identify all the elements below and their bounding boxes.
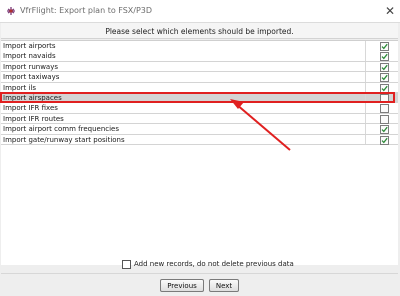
column-divider (365, 82, 366, 93)
checkmark-icon (381, 54, 388, 60)
dialog-content: Please select which elements should be i… (1, 23, 398, 295)
table-row[interactable]: Import gate/runway start positions (1, 134, 398, 146)
table-row[interactable]: Import taxiways (1, 72, 398, 83)
row-label: Import airports (3, 42, 56, 50)
column-divider (365, 113, 366, 124)
column-divider (365, 41, 366, 51)
instruction-band: Please select which elements should be i… (1, 23, 398, 39)
import-checkbox[interactable] (380, 104, 389, 114)
checkmark-icon (381, 126, 388, 133)
import-checkbox[interactable] (380, 125, 389, 135)
column-divider (365, 51, 366, 61)
checkmark-icon (381, 137, 388, 143)
import-checkbox[interactable] (380, 42, 389, 51)
checkmark-icon (381, 85, 388, 91)
table-row[interactable]: Import navaids (1, 51, 398, 62)
row-label: Import runways (3, 62, 59, 71)
table-row[interactable]: Import airport comm frequencies (1, 124, 398, 135)
column-divider (365, 103, 366, 113)
column-divider (365, 61, 366, 72)
row-label: Import airport comm frequencies (3, 125, 120, 134)
row-label: Import IFR fixes (3, 104, 58, 113)
column-divider (365, 124, 366, 134)
column-divider (365, 93, 366, 103)
footer-divider (1, 273, 398, 274)
checkmark-icon (381, 74, 388, 81)
close-icon[interactable]: ✕ (382, 3, 398, 19)
import-checkbox[interactable] (380, 73, 389, 83)
row-label: Import taxiways (3, 73, 60, 82)
import-checkbox[interactable] (380, 94, 389, 103)
table-row[interactable]: Import ils (1, 82, 398, 94)
column-divider (365, 134, 366, 145)
checkmark-icon (381, 43, 388, 50)
table-row[interactable]: Import airports (1, 41, 398, 52)
vfrflight-app-icon (6, 6, 16, 16)
import-checkbox[interactable] (380, 135, 389, 145)
previous-button[interactable]: Previous (160, 279, 204, 292)
keep-records-checkbox[interactable] (122, 260, 131, 269)
keep-records-label: Add new records, do not delete previous … (134, 260, 294, 268)
row-label: Import navaids (3, 52, 56, 61)
import-checkbox[interactable] (380, 52, 389, 62)
row-label: Import airspaces (3, 94, 62, 102)
instruction-text: Please select which elements should be i… (105, 27, 294, 36)
column-divider (365, 72, 366, 82)
row-label: Import gate/runway start positions (3, 135, 125, 144)
import-checkbox[interactable] (380, 83, 389, 93)
table-row[interactable]: Import IFR routes (1, 113, 398, 125)
import-options-table: Import airports Import navaids Import runw… (1, 40, 398, 265)
checkmark-icon (381, 64, 388, 71)
import-checkbox[interactable] (380, 62, 389, 72)
table-row[interactable]: Import runways (1, 61, 398, 73)
next-button[interactable]: Next (209, 279, 239, 292)
window-title: VfrFlight: Export plan to FSX/P3D (20, 6, 153, 15)
table-row[interactable]: Import IFR fixes (1, 103, 398, 114)
import-checkbox[interactable] (380, 114, 389, 124)
row-label: Import ils (3, 83, 36, 92)
table-row[interactable]: Import airspaces (1, 93, 398, 104)
window-titlebar: VfrFlight: Export plan to FSX/P3D ✕ (0, 0, 400, 23)
row-label: Import IFR routes (3, 114, 64, 123)
